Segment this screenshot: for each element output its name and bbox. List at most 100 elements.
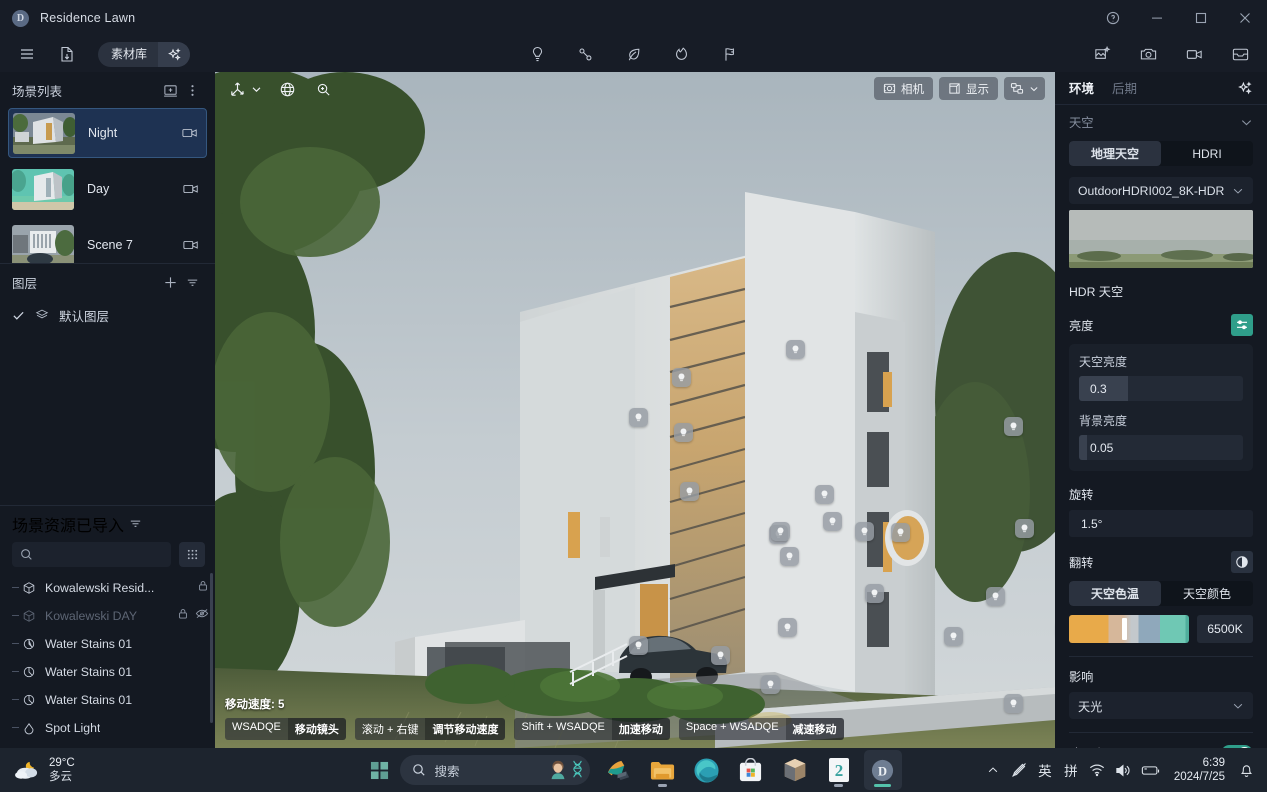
- pen-slash-icon[interactable]: [1006, 750, 1032, 790]
- layer-item-default[interactable]: 默认图层: [0, 300, 215, 330]
- sky-brightness-field[interactable]: 0.3: [1079, 376, 1243, 401]
- ai-sparkle-icon[interactable]: [1237, 80, 1253, 96]
- list-item[interactable]: Spot Light: [0, 714, 215, 742]
- dna-icon[interactable]: [571, 760, 584, 780]
- light-marker[interactable]: [944, 627, 963, 646]
- resource-section-subtitle[interactable]: 已导入: [76, 512, 124, 536]
- taskbar-app-3d[interactable]: [776, 750, 814, 790]
- list-item[interactable]: Water Stains 01: [0, 658, 215, 686]
- camera-icon[interactable]: [1135, 41, 1161, 67]
- sky-section-header[interactable]: 天空: [1069, 105, 1253, 139]
- light-marker[interactable]: [672, 368, 691, 387]
- tab-environment[interactable]: 环境: [1069, 78, 1094, 99]
- light-marker[interactable]: [1004, 694, 1023, 713]
- bell-icon[interactable]: [1233, 750, 1259, 790]
- battery-icon[interactable]: [1136, 750, 1166, 790]
- list-item[interactable]: Kowalewski DAY: [0, 602, 215, 630]
- chevron-down-icon[interactable]: [1232, 700, 1244, 712]
- search-input[interactable]: [40, 547, 163, 561]
- wifi-icon[interactable]: [1084, 750, 1110, 790]
- camera-view-icon[interactable]: [183, 183, 199, 195]
- taskbar-app-explorer[interactable]: [644, 750, 682, 790]
- filter-chevron-icon[interactable]: [124, 513, 146, 535]
- camera-view-icon[interactable]: [182, 127, 198, 139]
- scene-item-night[interactable]: Night: [8, 108, 207, 158]
- influence-select[interactable]: 天光: [1069, 692, 1253, 719]
- world-globe-icon[interactable]: [275, 77, 299, 101]
- taskbar-clock[interactable]: 6:39 2024/7/25: [1166, 757, 1233, 784]
- chevron-up-icon[interactable]: [980, 750, 1006, 790]
- light-marker[interactable]: [823, 512, 842, 531]
- sky-mode-hdri[interactable]: HDRI: [1161, 141, 1253, 166]
- sky-mode-geographic[interactable]: 地理天空: [1069, 141, 1161, 166]
- light-marker[interactable]: [1015, 519, 1034, 538]
- close-button[interactable]: [1223, 0, 1267, 36]
- help-button[interactable]: [1091, 0, 1135, 36]
- minimize-button[interactable]: [1135, 0, 1179, 36]
- material-library-pill[interactable]: 素材库: [98, 41, 191, 67]
- light-marker[interactable]: [629, 408, 648, 427]
- copilot-icon[interactable]: [547, 759, 569, 781]
- line-measure-icon[interactable]: [573, 41, 599, 67]
- filter-chevron-icon[interactable]: [181, 271, 203, 293]
- windows-start-icon[interactable]: [366, 756, 394, 784]
- contrast-flip-icon[interactable]: [1231, 551, 1253, 573]
- light-marker[interactable]: [778, 618, 797, 637]
- light-marker[interactable]: [711, 646, 730, 665]
- image-sparkle-icon[interactable]: [1089, 41, 1115, 67]
- lock-icon[interactable]: [197, 579, 209, 597]
- camera-button[interactable]: 相机: [874, 77, 933, 100]
- hamburger-menu-icon[interactable]: [14, 41, 40, 67]
- grid-view-icon[interactable]: [179, 541, 205, 567]
- chevron-down-icon[interactable]: [1232, 185, 1244, 197]
- file-import-icon[interactable]: [54, 41, 80, 67]
- layout-button[interactable]: [1004, 77, 1045, 100]
- light-marker[interactable]: [815, 485, 834, 504]
- sliders-icon[interactable]: [1231, 314, 1253, 336]
- temperature-handle[interactable]: [1121, 618, 1127, 640]
- list-item[interactable]: Water Stains 01: [0, 686, 215, 714]
- taskbar-app-sketchup[interactable]: [600, 750, 638, 790]
- light-marker[interactable]: [865, 584, 884, 603]
- scene-item-day[interactable]: Day: [8, 164, 207, 214]
- light-marker[interactable]: [680, 482, 699, 501]
- list-item[interactable]: Water Stains 01: [0, 630, 215, 658]
- chevron-down-icon[interactable]: [1240, 116, 1253, 129]
- layer-visible-check-icon[interactable]: [12, 309, 25, 322]
- taskbar-app-two[interactable]: 2: [820, 750, 858, 790]
- taskbar-app-dlubal[interactable]: D: [863, 750, 902, 790]
- search-input-wrap[interactable]: [12, 541, 171, 567]
- viewport-3d[interactable]: 相机 显示 移动速度: 5 WSADQE 移动镜头 滚动 + 右键 调节移动速度…: [215, 72, 1055, 748]
- light-marker[interactable]: [771, 522, 790, 541]
- sky-temperature-tab[interactable]: 天空色温: [1069, 581, 1161, 606]
- speaker-icon[interactable]: [1110, 750, 1136, 790]
- leaf-icon[interactable]: [621, 41, 647, 67]
- tray-ime-lang[interactable]: 英: [1032, 750, 1058, 790]
- light-marker[interactable]: [855, 522, 874, 541]
- more-options-icon[interactable]: [181, 79, 203, 101]
- bg-brightness-field[interactable]: 0.05: [1079, 435, 1243, 460]
- snap-select-icon[interactable]: [311, 77, 335, 101]
- maximize-button[interactable]: [1179, 0, 1223, 36]
- chevron-down-icon[interactable]: [249, 77, 263, 101]
- video-camera-icon[interactable]: [1181, 41, 1207, 67]
- sky-color-tab[interactable]: 天空颜色: [1161, 581, 1253, 606]
- hdri-select[interactable]: OutdoorHDRI002_8K-HDR: [1069, 177, 1253, 204]
- light-marker[interactable]: [780, 547, 799, 566]
- scene-item-scene7[interactable]: Scene 7: [8, 220, 207, 263]
- add-scene-icon[interactable]: [159, 79, 181, 101]
- chevron-down-icon[interactable]: [1029, 84, 1039, 94]
- light-marker[interactable]: [1004, 417, 1023, 436]
- tray-ime-pinyin[interactable]: 拼: [1058, 750, 1084, 790]
- temperature-value[interactable]: 6500K: [1197, 615, 1253, 643]
- hidden-eye-icon[interactable]: [195, 607, 209, 625]
- taskbar-app-edge[interactable]: [688, 750, 726, 790]
- sky-mode-segment[interactable]: 地理天空 HDRI: [1069, 141, 1253, 166]
- scene-list[interactable]: Night Day Scene 7: [0, 108, 215, 263]
- list-item[interactable]: Kowalewski Resid...: [0, 574, 215, 602]
- light-marker[interactable]: [629, 636, 648, 655]
- light-marker[interactable]: [891, 523, 910, 542]
- taskbar-search[interactable]: 搜索: [399, 755, 590, 785]
- taskbar-app-store[interactable]: [732, 750, 770, 790]
- lock-icon[interactable]: [177, 607, 189, 625]
